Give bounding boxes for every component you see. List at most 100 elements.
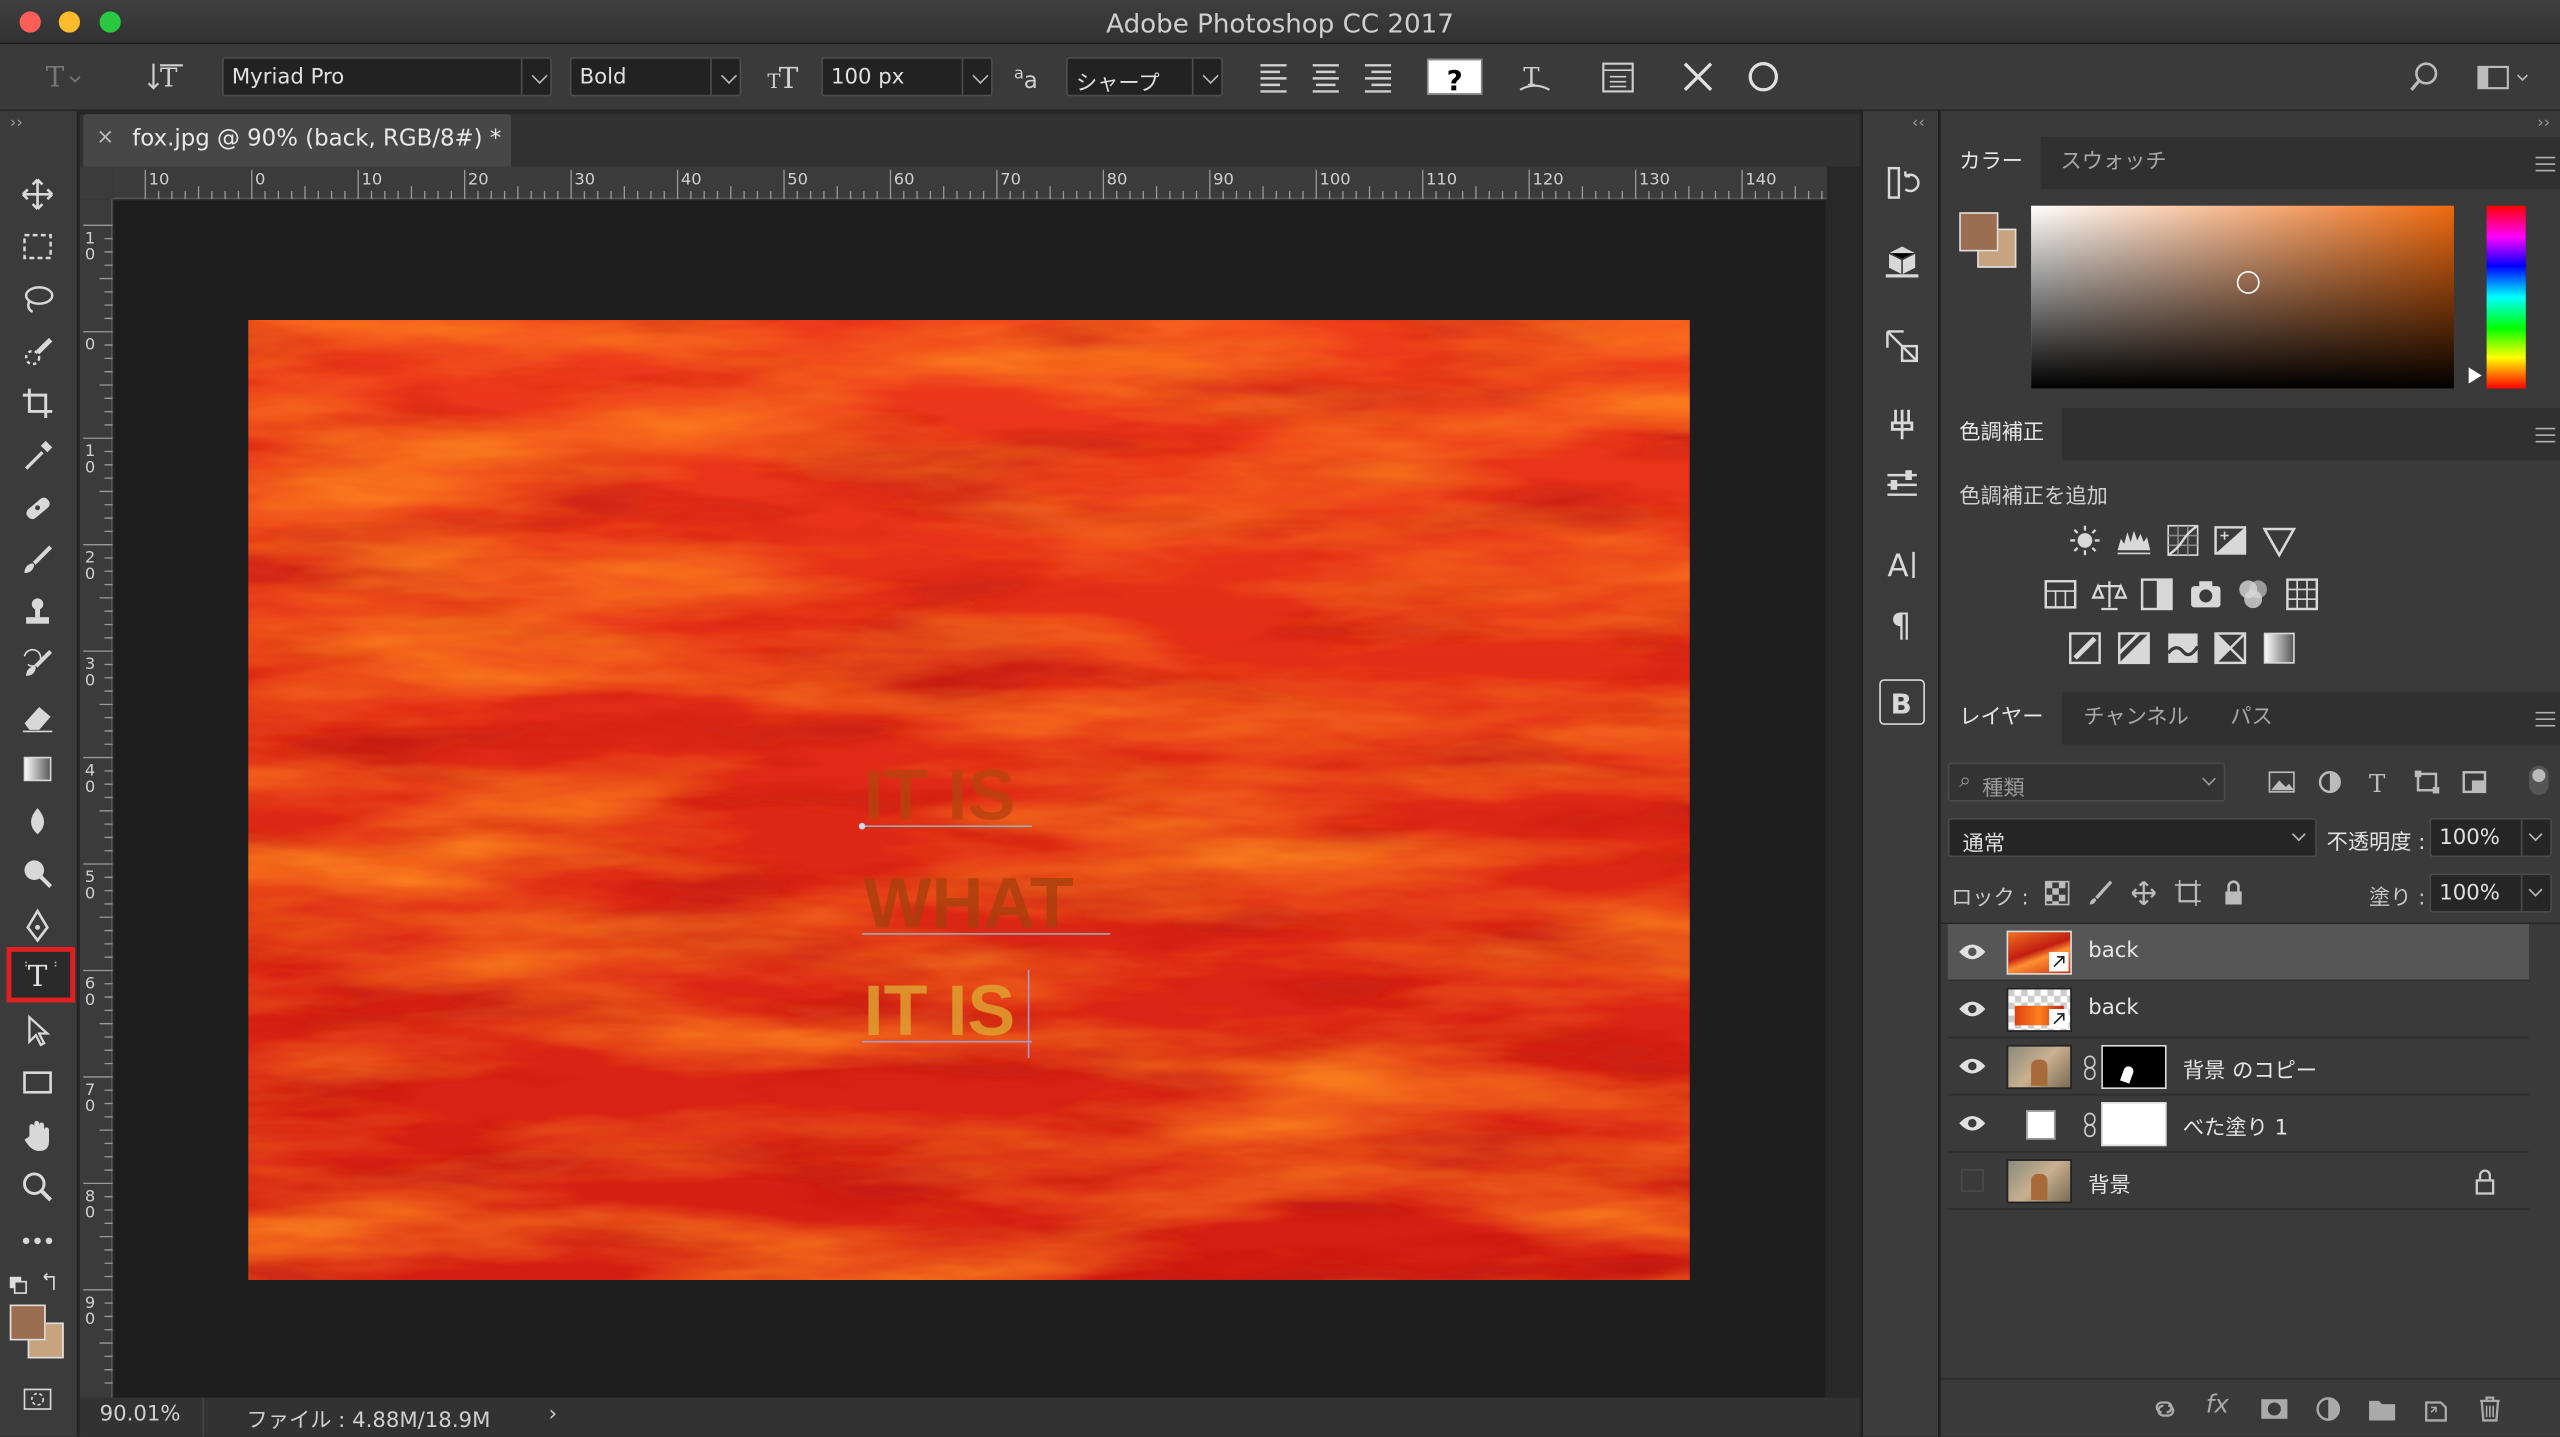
more-tools-icon[interactable] bbox=[10, 1215, 66, 1264]
color-balance-icon[interactable] bbox=[2091, 576, 2128, 612]
history-brush-tool-icon[interactable] bbox=[10, 640, 66, 689]
new-layer-icon[interactable] bbox=[2421, 1396, 2450, 1422]
filter-toggle[interactable] bbox=[2529, 765, 2549, 796]
clone-stamp-tool-icon[interactable] bbox=[10, 588, 66, 637]
text-anchor-point[interactable] bbox=[858, 822, 866, 830]
threshold-icon[interactable] bbox=[2165, 630, 2201, 666]
vibrance-icon[interactable] bbox=[2261, 522, 2297, 558]
search-icon[interactable] bbox=[2403, 57, 2445, 96]
tab-channels[interactable]: チャンネル bbox=[2065, 692, 2206, 744]
text-orientation-toggle-icon[interactable]: T bbox=[147, 57, 189, 96]
curves-icon[interactable] bbox=[2165, 522, 2201, 558]
blend-mode-select[interactable]: 通常 bbox=[1947, 817, 2317, 858]
layer-row[interactable]: 背景 のコピー bbox=[1947, 1038, 2530, 1096]
lock-pixels-icon[interactable] bbox=[2088, 880, 2114, 906]
brightness-contrast-icon[interactable] bbox=[2067, 522, 2103, 558]
healing-brush-tool-icon[interactable] bbox=[10, 483, 66, 532]
tool-preset-picker-icon[interactable]: T bbox=[39, 57, 81, 96]
expand-panels-icon[interactable]: ›› bbox=[2537, 114, 2550, 132]
lock-icon[interactable] bbox=[2474, 1169, 2497, 1195]
channel-mixer-icon[interactable] bbox=[2235, 576, 2271, 612]
filter-smart-object-icon[interactable] bbox=[2460, 769, 2489, 795]
pen-tool-icon[interactable] bbox=[10, 901, 66, 950]
character-panel-icon[interactable] bbox=[1597, 57, 1639, 96]
layer-mask-thumbnail[interactable] bbox=[2101, 1102, 2167, 1147]
marquee-tool-icon[interactable] bbox=[10, 222, 66, 271]
visibility-toggle-empty[interactable] bbox=[1960, 1169, 1984, 1192]
font-family-select[interactable]: Myriad Pro bbox=[222, 57, 552, 97]
zoom-tool-icon[interactable] bbox=[10, 1162, 66, 1211]
move-tool-icon[interactable] bbox=[10, 170, 66, 219]
tool-presets-panel-icon[interactable] bbox=[1883, 405, 1922, 444]
workspace-switcher-icon[interactable] bbox=[2472, 57, 2528, 96]
align-center-icon[interactable] bbox=[1305, 57, 1347, 96]
selective-color-icon[interactable] bbox=[2212, 630, 2248, 666]
hue-slider[interactable] bbox=[2486, 205, 2526, 389]
filter-pixel-icon[interactable] bbox=[2268, 769, 2297, 795]
add-mask-icon[interactable] bbox=[2260, 1396, 2289, 1422]
crop-tool-icon[interactable] bbox=[10, 379, 66, 428]
text-color-swatch[interactable]: ? bbox=[1426, 58, 1483, 96]
layer-name[interactable]: back bbox=[2088, 939, 2138, 963]
levels-icon[interactable] bbox=[2116, 522, 2152, 558]
layer-row[interactable]: 背景 bbox=[1947, 1153, 2530, 1210]
swap-colors-icon[interactable] bbox=[8, 1270, 67, 1296]
rectangle-tool-icon[interactable] bbox=[10, 1058, 66, 1107]
fill-input[interactable]: 100% bbox=[2429, 873, 2552, 913]
align-left-icon[interactable] bbox=[1252, 57, 1294, 96]
zoom-level[interactable]: 90.01% bbox=[100, 1402, 181, 1426]
ruler-origin[interactable] bbox=[80, 166, 113, 200]
fill-color-thumbnail[interactable] bbox=[2026, 1110, 2056, 1140]
eye-visibility-icon[interactable] bbox=[1958, 1112, 1987, 1135]
hand-tool-icon[interactable] bbox=[10, 1110, 66, 1159]
font-style-select[interactable]: Bold bbox=[569, 57, 742, 97]
horizontal-ruler[interactable]: 10 0 10 20 30 40 50 60 70 80 90 100 110 120 130 140 bbox=[112, 166, 1827, 200]
layer-name[interactable]: 背景 bbox=[2088, 1167, 2130, 1198]
chain-link-icon[interactable] bbox=[2082, 1112, 2098, 1138]
eraser-tool-icon[interactable] bbox=[10, 692, 66, 741]
tab-color[interactable]: カラー bbox=[1941, 137, 2041, 190]
invert-icon[interactable] bbox=[2067, 630, 2103, 666]
filter-type-icon[interactable]: T bbox=[2364, 769, 2393, 795]
3d-panel-icon[interactable] bbox=[1883, 242, 1922, 281]
close-document-icon[interactable]: × bbox=[96, 126, 114, 150]
lock-position-icon[interactable] bbox=[2131, 880, 2157, 906]
commit-edits-icon[interactable] bbox=[1742, 57, 1784, 96]
cancel-edits-icon[interactable] bbox=[1677, 57, 1719, 96]
color-panel-menu-icon[interactable] bbox=[2535, 156, 2556, 172]
gradient-map-icon[interactable] bbox=[2261, 630, 2297, 666]
tab-paths[interactable]: パス bbox=[2212, 692, 2290, 744]
layer-row[interactable]: べた塗り 1 bbox=[1947, 1096, 2530, 1153]
properties-panel-icon[interactable] bbox=[1883, 464, 1922, 503]
lock-transparent-icon[interactable] bbox=[2044, 880, 2070, 906]
color-picker-handle[interactable] bbox=[2236, 271, 2260, 294]
vertical-ruler[interactable]: 100102030405060708090 bbox=[80, 199, 113, 1400]
tab-layers[interactable]: レイヤー bbox=[1941, 692, 2062, 745]
align-right-icon[interactable] bbox=[1357, 57, 1399, 96]
adjustments-panel-menu-icon[interactable] bbox=[2535, 427, 2556, 443]
chain-link-icon[interactable] bbox=[2082, 1055, 2098, 1081]
blur-tool-icon[interactable] bbox=[10, 797, 66, 846]
antialias-select[interactable]: シャープ bbox=[1066, 57, 1223, 97]
hue-saturation-icon[interactable] bbox=[2043, 576, 2079, 612]
fx-icon[interactable]: fx bbox=[2206, 1389, 2229, 1418]
hue-slider-pointer-icon[interactable] bbox=[2468, 367, 2482, 384]
eye-visibility-icon[interactable] bbox=[1958, 940, 1987, 963]
status-menu-arrow-icon[interactable]: › bbox=[549, 1402, 557, 1426]
layer-row[interactable]: back bbox=[1947, 924, 2530, 982]
warp-text-icon[interactable]: T bbox=[1514, 57, 1556, 96]
filter-adjustment-icon[interactable] bbox=[2317, 769, 2346, 795]
history-panel-icon[interactable] bbox=[1883, 163, 1922, 202]
collapse-strip-icon[interactable]: ‹‹ bbox=[1912, 114, 1925, 132]
layer-mask-thumbnail[interactable] bbox=[2101, 1044, 2167, 1090]
dodge-tool-icon[interactable] bbox=[10, 849, 66, 898]
image-canvas[interactable]: IT IS WHAT IT IS bbox=[248, 320, 1690, 1281]
layers-panel-menu-icon[interactable] bbox=[2535, 711, 2556, 727]
character-panel-icon[interactable]: A bbox=[1883, 545, 1922, 584]
quick-mask-icon[interactable] bbox=[10, 1375, 66, 1424]
expand-panel-icon[interactable]: ›› bbox=[10, 114, 23, 132]
eye-visibility-icon[interactable] bbox=[1958, 998, 1987, 1021]
color-foreground-swatch[interactable] bbox=[1959, 212, 1999, 252]
black-white-icon[interactable] bbox=[2139, 576, 2175, 612]
layer-row[interactable]: back bbox=[1947, 981, 2530, 1039]
